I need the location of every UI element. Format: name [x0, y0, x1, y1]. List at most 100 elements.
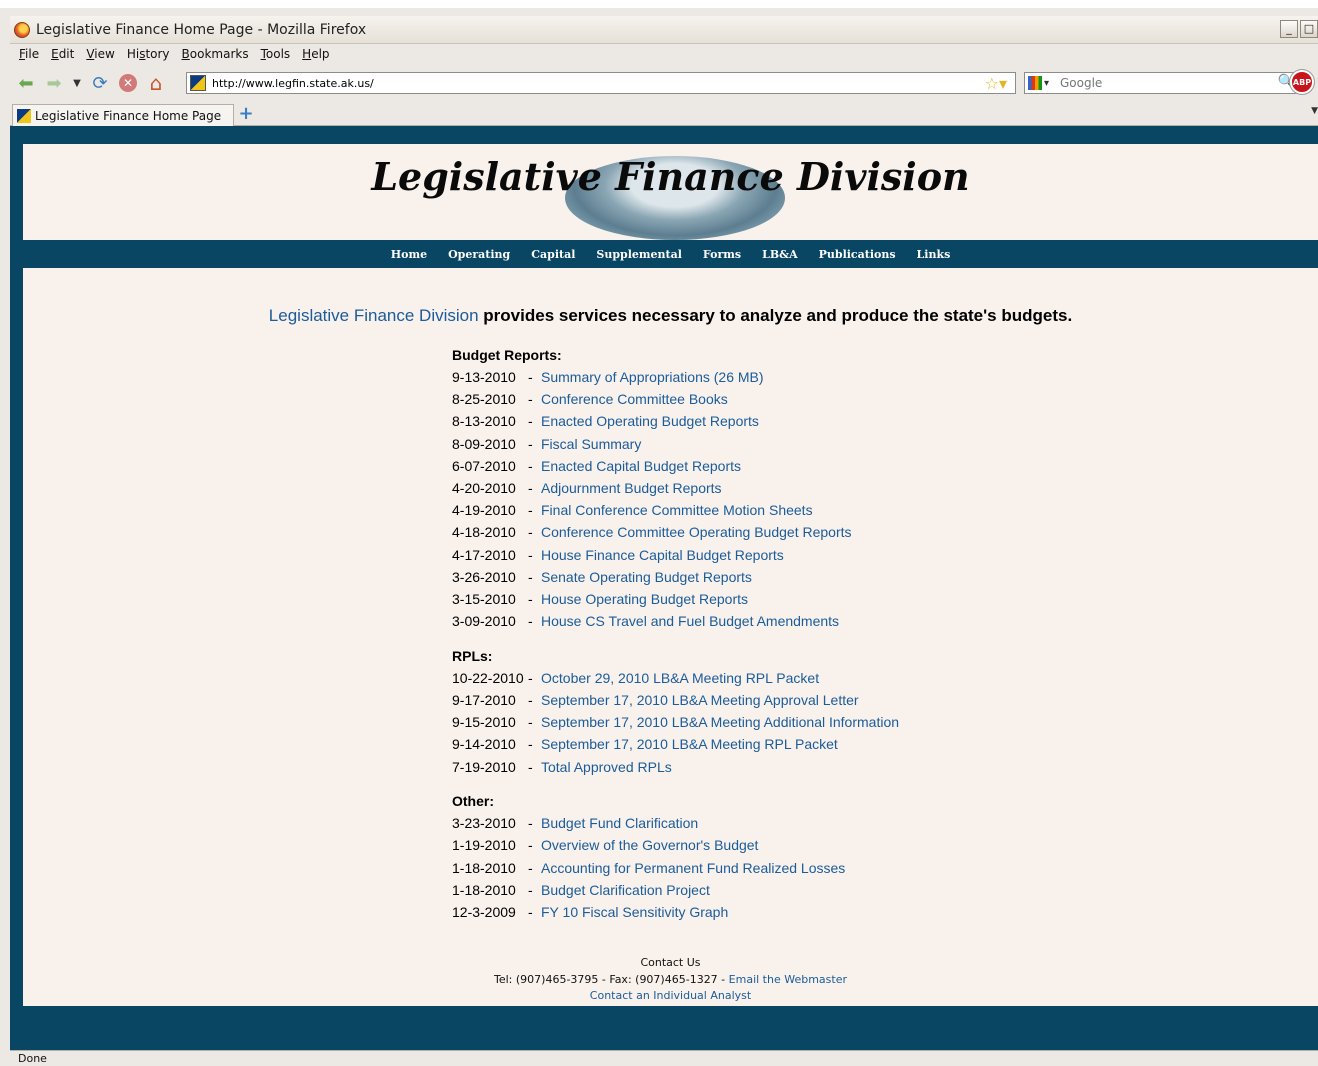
report-link[interactable]: Accounting for Permanent Fund Realized L…	[541, 857, 845, 879]
status-bar: Done	[10, 1050, 1318, 1066]
separator: -	[528, 413, 533, 430]
report-link[interactable]: Budget Clarification Project	[541, 879, 710, 901]
intro-link[interactable]: Legislative Finance Division	[269, 306, 479, 325]
separator: -	[528, 369, 533, 385]
forward-arrow-icon[interactable]: ➡	[42, 71, 66, 95]
report-row: 3-09-2010- House CS Travel and Fuel Budge…	[452, 610, 899, 632]
back-arrow-icon[interactable]: ⬅	[14, 71, 38, 95]
report-link[interactable]: House CS Travel and Fuel Budget Amendmen…	[541, 610, 839, 632]
tab-bar: Legislative Finance Home Page + ▼	[10, 102, 1318, 126]
reload-icon[interactable]: ⟳	[88, 71, 112, 95]
report-row: 1-18-2010- Budget Clarification Project	[452, 879, 899, 901]
report-link[interactable]: FY 10 Fiscal Sensitivity Graph	[541, 901, 728, 923]
site-title: Legislative Finance Division	[371, 154, 970, 199]
separator: -	[528, 502, 533, 519]
site-navigation: Home Operating Capital Supplemental Forms LB&…	[23, 240, 1318, 268]
menu-item[interactable]: Help	[301, 47, 330, 61]
page-viewport: Legislative Finance Division Home Operati…	[10, 126, 1318, 1050]
report-row: 9-17-2010- September 17, 2010 LB&A Meetin…	[452, 689, 899, 711]
nav-link[interactable]: Home	[391, 248, 427, 261]
stop-icon: ✕	[119, 74, 137, 92]
tab-list-icon[interactable]: ▼	[1311, 106, 1318, 116]
report-row: 10-22-2010- October 29, 2010 LB&A Meeting…	[452, 667, 899, 689]
window-controls: _ □	[1280, 20, 1318, 38]
home-icon[interactable]: ⌂	[144, 71, 168, 95]
new-tab-button[interactable]: +	[236, 104, 256, 124]
nav-link[interactable]: Supplemental	[596, 248, 682, 261]
section-heading: RPLs:	[452, 647, 493, 664]
report-link[interactable]: Summary of Appropriations (26 MB)	[541, 366, 764, 388]
report-row: 4-18-2010- Conference Committee Operating…	[452, 521, 899, 543]
report-link[interactable]: Enacted Capital Budget Reports	[541, 455, 741, 477]
report-link[interactable]: Conference Committee Operating Budget Re…	[541, 521, 852, 543]
minimize-button[interactable]: _	[1280, 20, 1298, 38]
report-link[interactable]: Budget Fund Clarification	[541, 812, 698, 834]
nav-link[interactable]: Publications	[819, 248, 896, 261]
maximize-button[interactable]: □	[1300, 20, 1318, 38]
report-link[interactable]: House Finance Capital Budget Reports	[541, 544, 784, 566]
intro-body: provides services necessary to analyze a…	[478, 306, 1073, 325]
report-link[interactable]: Enacted Operating Budget Reports	[541, 410, 759, 432]
nav-link[interactable]: Links	[917, 248, 951, 261]
menu-item[interactable]: History	[126, 47, 171, 61]
nav-link[interactable]: Capital	[531, 248, 575, 261]
history-dropdown-icon[interactable]: ▼	[70, 71, 84, 95]
report-link[interactable]: September 17, 2010 LB&A Meeting Addition…	[541, 711, 899, 733]
menu-item[interactable]: File	[18, 47, 40, 61]
report-link[interactable]: October 29, 2010 LB&A Meeting RPL Packet	[541, 667, 819, 689]
report-link[interactable]: Senate Operating Budget Reports	[541, 566, 752, 588]
separator: -	[528, 859, 533, 876]
stop-button[interactable]: ✕	[116, 71, 140, 95]
nav-link[interactable]: LB&A	[762, 248, 798, 261]
report-date: 1-19-2010	[452, 837, 516, 854]
report-date: 3-15-2010	[452, 590, 516, 607]
report-date: 3-23-2010	[452, 815, 516, 832]
menu-item[interactable]: View	[85, 47, 115, 61]
report-link[interactable]: September 17, 2010 LB&A Meeting Approval…	[541, 689, 859, 711]
report-link[interactable]: Final Conference Committee Motion Sheets	[541, 499, 813, 521]
report-row: 4-20-2010- Adjournment Budget Reports	[452, 477, 899, 499]
report-link[interactable]: Adjournment Budget Reports	[541, 477, 722, 499]
report-date: 1-18-2010	[452, 881, 516, 898]
separator: -	[528, 815, 533, 832]
report-link[interactable]: Fiscal Summary	[541, 433, 641, 455]
report-date: 4-17-2010	[452, 546, 516, 563]
separator: -	[528, 903, 533, 920]
firefox-logo-icon	[14, 21, 30, 38]
report-date: 4-19-2010	[452, 502, 516, 519]
nav-link[interactable]: Forms	[703, 248, 741, 261]
section-heading: Budget Reports:	[452, 347, 562, 363]
report-date: 1-18-2010	[452, 859, 516, 876]
adblock-plus-icon[interactable]: ABP	[1290, 70, 1314, 94]
report-link[interactable]: Total Approved RPLs	[541, 756, 672, 778]
search-input[interactable]	[1060, 76, 1260, 90]
bookmark-star-icon[interactable]: ☆▾	[985, 74, 1007, 93]
report-row: 1-18-2010- Accounting for Permanent Fund …	[452, 857, 899, 879]
separator: -	[528, 457, 533, 474]
window-title: Legislative Finance Home Page - Mozilla …	[36, 21, 367, 38]
report-link[interactable]: September 17, 2010 LB&A Meeting RPL Pack…	[541, 733, 838, 755]
report-link[interactable]: Overview of the Governor's Budget	[541, 834, 758, 856]
report-date: 8-09-2010	[452, 435, 516, 452]
menu-item[interactable]: Bookmarks	[181, 47, 250, 61]
report-link[interactable]: Conference Committee Books	[541, 388, 728, 410]
report-row: 9-13-2010- Summary of Appropriations (26 …	[452, 366, 899, 388]
menu-item[interactable]: Edit	[50, 47, 75, 61]
tab-active[interactable]: Legislative Finance Home Page	[12, 104, 234, 126]
report-date: 3-26-2010	[452, 568, 516, 585]
search-engine-icon[interactable]: ▾	[1028, 74, 1054, 92]
report-row: 8-13-2010- Enacted Operating Budget Repor…	[452, 410, 899, 432]
report-row: 4-19-2010- Final Conference Committee Mot…	[452, 499, 899, 521]
separator: -	[528, 736, 533, 753]
email-webmaster-link[interactable]: Email the Webmaster	[729, 973, 847, 986]
menu-item[interactable]: Tools	[260, 47, 292, 61]
separator: -	[528, 391, 533, 408]
separator: -	[528, 546, 533, 563]
nav-link[interactable]: Operating	[448, 248, 510, 261]
site-favicon-icon	[190, 75, 206, 91]
contact-analyst-link[interactable]: Contact an Individual Analyst	[23, 988, 1318, 1005]
separator: -	[528, 691, 533, 708]
url-bar[interactable]: http://www.legfin.state.ak.us/ ☆▾	[186, 72, 1016, 94]
report-link[interactable]: House Operating Budget Reports	[541, 588, 748, 610]
report-row: 7-19-2010- Total Approved RPLs	[452, 756, 899, 778]
